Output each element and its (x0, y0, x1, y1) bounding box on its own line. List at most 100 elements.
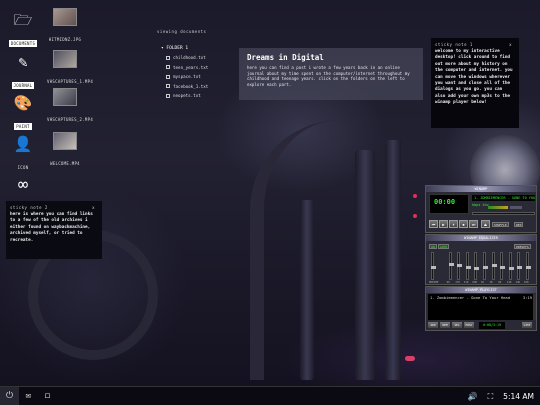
shuffle-toggle[interactable]: SHUFFLE (492, 222, 509, 227)
close-icon[interactable]: X (509, 41, 512, 49)
eq-band-slider[interactable] (526, 252, 531, 280)
file-item[interactable]: myspace.txt (166, 74, 229, 79)
desktop-icon-label: HITMIDNZ.JPG (48, 37, 82, 42)
playlist-add-button[interactable]: ADD (428, 322, 438, 328)
mail-icon[interactable]: ✉ (19, 387, 38, 405)
seek-bar[interactable] (472, 212, 535, 215)
eq-auto-toggle[interactable]: AUTO (438, 244, 450, 249)
playlist-misc-button[interactable]: MISC (464, 322, 474, 328)
file-item[interactable]: teen_years.txt (166, 65, 229, 70)
sticky-note-2-body: here is where you can find links to a fe… (10, 212, 93, 243)
clock: 5:14 AM (503, 392, 534, 401)
desktop-icon-user[interactable]: 👤 ICON (3, 134, 43, 173)
desktop-icon-label: PAINT (14, 123, 32, 130)
palette-icon: 🎨 (13, 94, 33, 112)
documents-window[interactable]: viewing documents ▾ FOLDER 1 childhood.t… (153, 26, 233, 106)
sticky-note-2-title: sticky note 2 (10, 205, 48, 210)
next-button[interactable]: ⏭ (469, 220, 478, 228)
eq-band-slider[interactable] (491, 252, 497, 280)
close-icon[interactable]: X (92, 204, 95, 212)
eq-presets-button[interactable]: PRESETS (514, 244, 531, 249)
video-thumbnail (53, 88, 77, 106)
lastfm-icon: ∞ (17, 175, 29, 195)
playlist-list: 1. Zombiemencer - Gone To Your Head 3:19 (428, 294, 534, 320)
eq-band-label: PREAMP (429, 281, 439, 284)
eq-slider-knob[interactable] (500, 265, 506, 269)
notes-icon[interactable]: ◻ (38, 387, 57, 405)
eq-slider-knob[interactable] (526, 265, 531, 269)
desktop-icon-hitmidnz[interactable]: HITMIDNZ.JPG (45, 8, 85, 45)
playlist-list-button[interactable]: LIST (522, 322, 532, 328)
volume-icon[interactable]: 🔊 (468, 392, 478, 401)
eq-slider-knob[interactable] (457, 264, 463, 268)
folder-item[interactable]: ▾ FOLDER 1 (161, 46, 229, 51)
winamp-main[interactable]: WINAMP 00:00 1. ZOMBIEMENCER - GONE TO Y… (425, 185, 537, 233)
stop-button[interactable]: ⏹ (459, 220, 468, 228)
desktop-icon-label: VHSCAPTURES_2.MP4 (47, 117, 94, 122)
eq-band-label: 12K (506, 281, 512, 284)
eq-band-slider[interactable] (483, 252, 488, 280)
fullscreen-icon[interactable]: ⛶ (488, 392, 494, 402)
eq-slider-knob[interactable] (474, 266, 480, 270)
playlist-select-button[interactable]: SEL (452, 322, 462, 328)
playlist-item[interactable]: 1. Zombiemencer - Gone To Your Head 3:19 (428, 294, 534, 301)
sticky-note-2[interactable]: sticky note 2 X here is where you can fi… (6, 201, 102, 259)
desktop-icon-vhs1[interactable]: VHSCAPTURES_1.MP4 (45, 50, 93, 87)
eq-slider-knob[interactable] (465, 265, 471, 269)
eq-slider-knob[interactable] (508, 266, 514, 270)
balance-slider[interactable] (510, 206, 522, 209)
eq-band-slider[interactable] (448, 252, 454, 280)
eq-band-slider[interactable] (517, 252, 523, 280)
repeat-toggle[interactable]: REP (514, 222, 524, 227)
desktop-icon-journal[interactable]: ✎ JOURNAL (3, 52, 43, 91)
winamp-equalizer[interactable]: WINAMP EQUALIZER ON AUTO PRESETS PREAMP 6… (425, 234, 537, 285)
eq-band-label: 600 (472, 281, 478, 284)
play-button[interactable]: ▶ (439, 220, 448, 228)
eq-band-label: 16K (524, 281, 529, 284)
eq-band-slider[interactable] (465, 252, 471, 280)
playlist-item-title: 1. Zombiemencer - Gone To Your Head (430, 295, 511, 300)
previous-button[interactable]: ⏮ (429, 220, 438, 228)
eq-band-slider[interactable] (457, 252, 463, 280)
file-icon (166, 65, 170, 69)
eject-button[interactable]: ⏏ (481, 220, 490, 228)
pause-button[interactable]: ⏸ (449, 220, 458, 228)
playlist-remove-button[interactable]: REM (440, 322, 450, 328)
desktop-icon-vhs2[interactable]: VHSCAPTURES_2.MP4 (45, 88, 93, 125)
eq-slider-knob[interactable] (517, 265, 523, 269)
playlist-scrollbar[interactable] (533, 294, 536, 320)
eq-band-slider[interactable] (474, 252, 480, 280)
file-label: facebook_1.txt (173, 83, 209, 89)
winamp-bitrate: kbps khz (472, 203, 489, 207)
folder-icon: 🗁 (13, 11, 33, 29)
eq-on-toggle[interactable]: ON (429, 244, 437, 249)
file-item[interactable]: neopets.txt (166, 93, 229, 98)
winamp-player[interactable]: WINAMP 00:00 1. ZOMBIEMENCER - GONE TO Y… (425, 185, 540, 331)
desktop-icon-documents[interactable]: 🗁 DOCUMENTS (3, 10, 43, 49)
file-item[interactable]: childhood.txt (166, 55, 229, 60)
eq-band-label: 310 (463, 281, 469, 284)
equalizer-titlebar[interactable]: WINAMP EQUALIZER (426, 235, 536, 241)
desktop-icon-paint[interactable]: 🎨 PAINT (3, 93, 43, 132)
desktop-icon-welcome[interactable]: WELCOME.MP4 (45, 132, 85, 169)
eq-slider-knob[interactable] (448, 263, 454, 266)
sticky-note-1[interactable]: sticky note 1 X welcome to my interactiv… (431, 38, 519, 128)
sticky-note-1-body: welcome to my interactive desktop! click… (435, 49, 513, 106)
winamp-titlebar[interactable]: WINAMP (426, 186, 536, 192)
desktop-background: 🗁 DOCUMENTS HITMIDNZ.JPG ✎ JOURNAL VHSCA… (0, 0, 540, 386)
file-item[interactable]: facebook_1.txt (166, 84, 229, 89)
eq-band-slider[interactable] (500, 252, 506, 280)
playlist-titlebar[interactable]: WINAMP PLAYLIST (426, 287, 536, 293)
volume-slider[interactable] (488, 206, 508, 209)
eq-band-slider[interactable] (508, 252, 514, 280)
file-label: neopets.txt (173, 93, 201, 98)
playlist-time: 0:00/3:19 (479, 322, 505, 329)
eq-slider-knob[interactable] (491, 264, 497, 268)
winamp-playlist[interactable]: WINAMP PLAYLIST 1. Zombiemencer - Gone T… (425, 286, 537, 331)
power-icon[interactable]: ⏻ (0, 386, 19, 405)
eq-slider-knob[interactable] (483, 265, 488, 269)
preamp-slider[interactable] (431, 252, 436, 280)
desktop-icon-label: VHSCAPTURES_1.MP4 (47, 79, 94, 84)
eq-slider-knob[interactable] (431, 265, 436, 269)
playlist-item-duration: 3:19 (522, 295, 532, 300)
